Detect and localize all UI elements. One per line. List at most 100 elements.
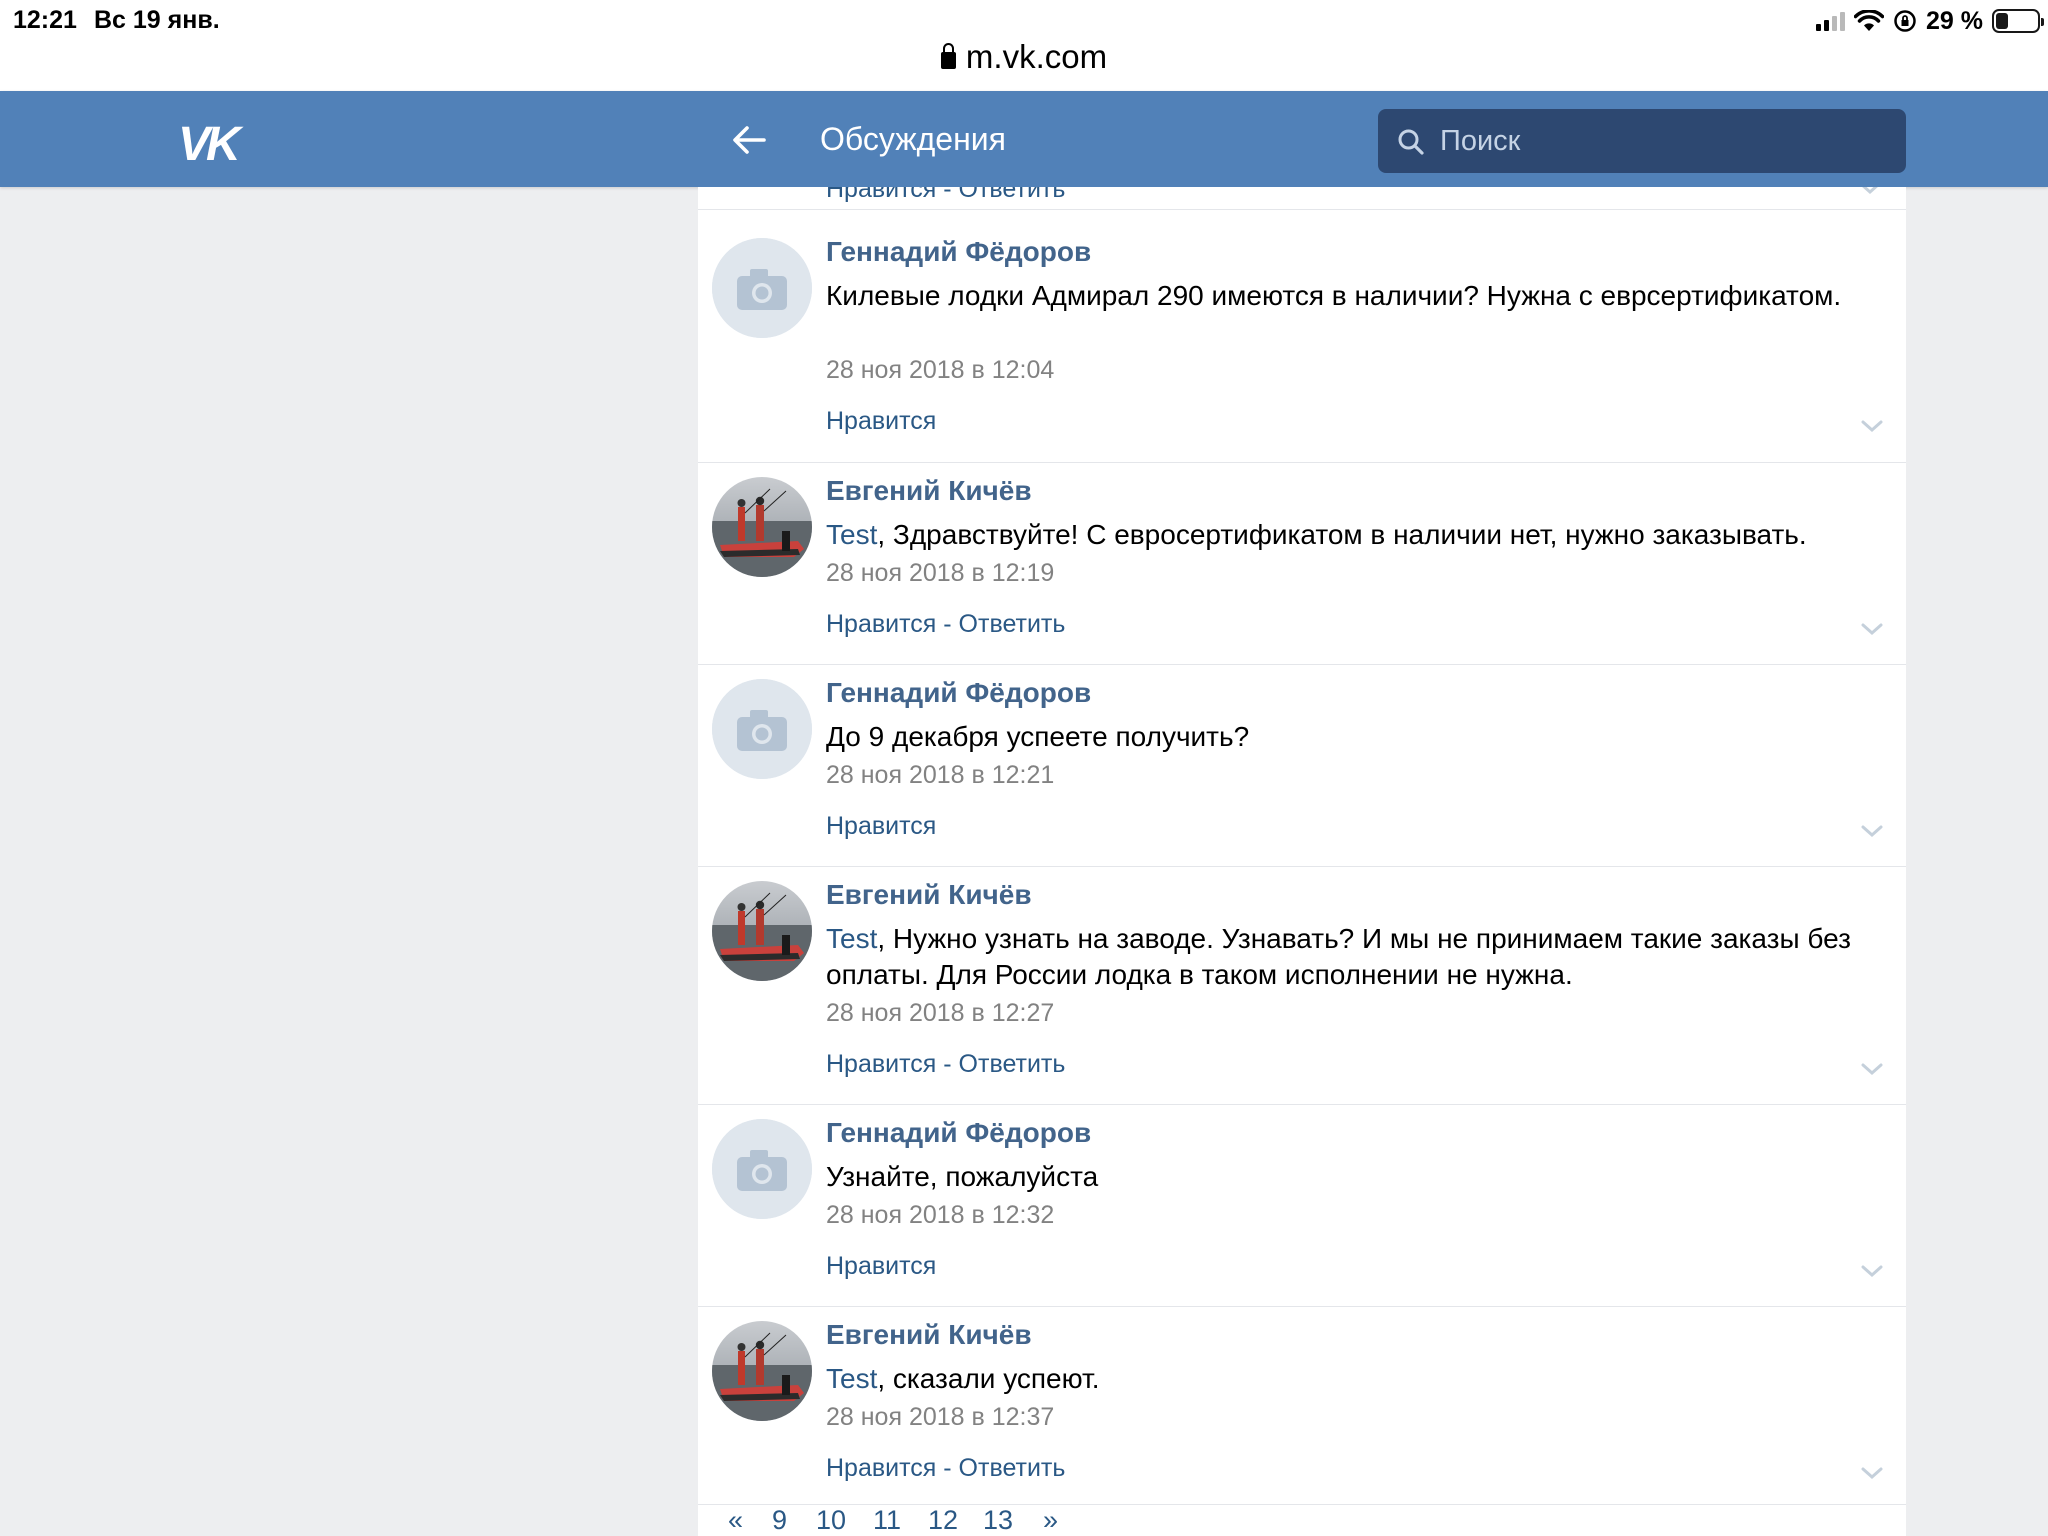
comment-date[interactable]: 28 ноя 2018 в 12:27 [826,999,1054,1028]
mention-link[interactable]: Test [826,519,877,550]
comment-body: Килевые лодки Адмирал 290 имеются в нали… [826,280,1842,311]
like-link[interactable]: Нравится [826,1252,936,1280]
status-indicators: 29 % [1816,6,2044,36]
comment-author[interactable]: Евгений Кичёв [826,475,1032,507]
like-link[interactable]: Нравится [826,1050,936,1078]
comment-text: Test, Нужно узнать на заводе. Узнавать? … [826,921,1856,993]
search-box[interactable] [1378,109,1906,173]
comment-date[interactable]: 28 ноя 2018 в 12:37 [826,1403,1054,1432]
like-link[interactable]: Нравится [826,407,936,435]
search-input[interactable] [1440,109,1880,173]
comment-actions: Нравится [826,812,936,841]
comment-item: Геннадий Фёдоров До 9 декабря успеете пол… [698,665,1906,867]
actions-separator: - [936,1050,959,1078]
actions-separator: - [936,610,959,638]
comment-author[interactable]: Евгений Кичёв [826,879,1032,911]
comment-body: До 9 декабря успеете получить? [826,721,1250,752]
avatar[interactable] [712,477,812,577]
comment-actions: Нравится - Ответить [826,1050,1065,1079]
comment-body: , сказали успеют. [877,1363,1100,1394]
discussion-thread: Нравится - Ответить Геннадий Фёдоров Киле… [698,187,1906,1536]
pagination-page[interactable]: 12 [928,1505,958,1536]
status-bar: 12:21 Вс 19 янв. 29 % m.vk.com [0,0,2048,91]
previous-post-actions[interactable]: Нравится - Ответить [826,187,1065,204]
reply-link[interactable]: Ответить [959,1050,1066,1078]
chevron-down-icon[interactable] [1860,419,1884,433]
comment-body: Узнайте, пожалуйста [826,1161,1099,1192]
page-title: Обсуждения [820,121,1006,157]
reply-link[interactable]: Ответить [959,610,1066,638]
comment-date[interactable]: 28 ноя 2018 в 12:32 [826,1201,1054,1230]
avatar[interactable] [712,679,812,779]
address-bar[interactable]: m.vk.com [0,38,2048,76]
comment-date[interactable]: 28 ноя 2018 в 12:19 [826,559,1054,588]
back-arrow-icon[interactable] [728,119,770,161]
user-photo [712,1321,812,1421]
vk-header: VK Обсуждения [0,91,2048,187]
pagination-page[interactable]: 11 [873,1505,901,1536]
chevron-down-icon[interactable] [1860,1062,1884,1076]
mention-link[interactable]: Test [826,923,877,954]
avatar[interactable] [712,1119,812,1219]
comment-body: , Нужно узнать на заводе. Узнавать? И мы… [826,923,1851,990]
comment-text: Test, сказали успеют. [826,1361,1856,1397]
comment-item: Геннадий Фёдоров Узнайте, пожалуйста 28 но… [698,1105,1906,1307]
mention-link[interactable]: Test [826,1363,877,1394]
camera-icon [712,1119,812,1219]
comment-author[interactable]: Евгений Кичёв [826,1319,1032,1351]
comment-text: Test, Здравствуйте! С евросертификатом в… [826,517,1856,553]
chevron-down-icon[interactable] [1860,1264,1884,1278]
like-link[interactable]: Нравится [826,812,936,840]
pagination-next[interactable]: » [1043,1505,1058,1536]
battery-level [1996,13,2008,29]
avatar[interactable] [712,238,812,338]
pagination-page[interactable]: 9 [772,1505,787,1536]
avatar[interactable] [712,881,812,981]
comment-actions: Нравится [826,407,936,436]
pagination-page[interactable]: 13 [983,1505,1013,1536]
comment-actions: Нравится - Ответить [826,610,1065,639]
comment-author[interactable]: Геннадий Фёдоров [826,1117,1091,1149]
comment-text: Узнайте, пожалуйста [826,1159,1856,1195]
comment-item: Геннадий Фёдоров Килевые лодки Адмирал 29… [698,224,1906,463]
vk-logo[interactable]: VK [178,117,241,172]
pagination-prev[interactable]: « [728,1505,743,1536]
pagination-page[interactable]: 10 [816,1505,846,1536]
url-text: m.vk.com [965,38,1108,75]
user-photo [712,477,812,577]
comment-item: Евгений Кичёв Test, сказали успеют. 28 ноя… [698,1307,1906,1505]
comment-author[interactable]: Геннадий Фёдоров [826,677,1091,709]
avatar[interactable] [712,1321,812,1421]
like-link[interactable]: Нравится [826,1454,936,1482]
comment-author[interactable]: Геннадий Фёдоров [826,236,1091,268]
rotation-lock-icon [1894,10,1916,32]
search-icon [1398,129,1424,155]
comment-body: , Здравствуйте! С евросертификатом в нал… [877,519,1807,550]
lock-icon [940,43,956,69]
actions-separator: - [936,1454,959,1482]
wifi-icon [1854,10,1885,31]
comment-text: Килевые лодки Адмирал 290 имеются в нали… [826,278,1856,314]
comment-date[interactable]: 28 ноя 2018 в 12:21 [826,761,1054,790]
battery-icon [1992,9,2044,33]
comment-actions: Нравится [826,1252,936,1281]
comment-text: До 9 декабря успеете получить? [826,719,1856,755]
user-photo [712,881,812,981]
previous-post-stub: Нравится - Ответить [698,187,1906,210]
reply-link[interactable]: Ответить [959,1454,1066,1482]
comment-actions: Нравится - Ответить [826,1454,1065,1483]
chevron-down-icon[interactable] [1858,187,1882,195]
camera-icon [712,238,812,338]
cellular-signal-icon [1816,11,1846,31]
chevron-down-icon[interactable] [1860,824,1884,838]
comment-item: Евгений Кичёв Test, Здравствуйте! С еврос… [698,463,1906,665]
chevron-down-icon[interactable] [1860,1466,1884,1480]
camera-icon [712,679,812,779]
chevron-down-icon[interactable] [1860,622,1884,636]
like-link[interactable]: Нравится [826,610,936,638]
comment-date[interactable]: 28 ноя 2018 в 12:04 [826,356,1054,385]
comment-item: Евгений Кичёв Test, Нужно узнать на завод… [698,867,1906,1105]
status-date: Вс 19 янв. [94,6,220,34]
battery-percent: 29 % [1926,6,1983,35]
status-time: 12:21 [13,6,77,34]
